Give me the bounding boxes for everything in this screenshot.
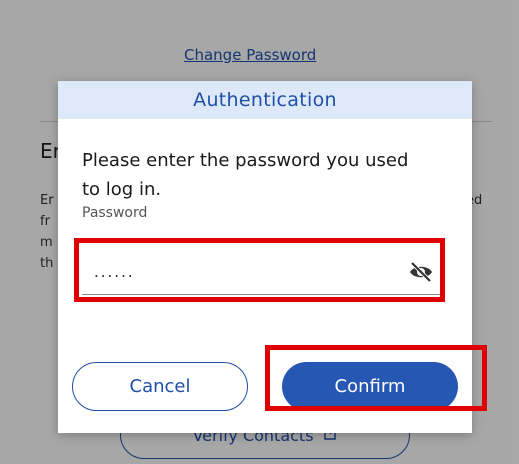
cancel-button[interactable]: Cancel bbox=[72, 362, 248, 411]
dialog-message: Please enter the password you used to lo… bbox=[82, 150, 409, 200]
confirm-button[interactable]: Confirm bbox=[282, 362, 458, 411]
password-label: Password bbox=[82, 205, 148, 221]
dialog-title: Authentication bbox=[58, 81, 472, 119]
eye-off-icon[interactable] bbox=[404, 255, 438, 289]
authentication-dialog: Authentication Please enter the password… bbox=[58, 81, 472, 433]
password-field[interactable]: ...... bbox=[82, 249, 444, 295]
password-input[interactable]: ...... bbox=[94, 263, 404, 281]
